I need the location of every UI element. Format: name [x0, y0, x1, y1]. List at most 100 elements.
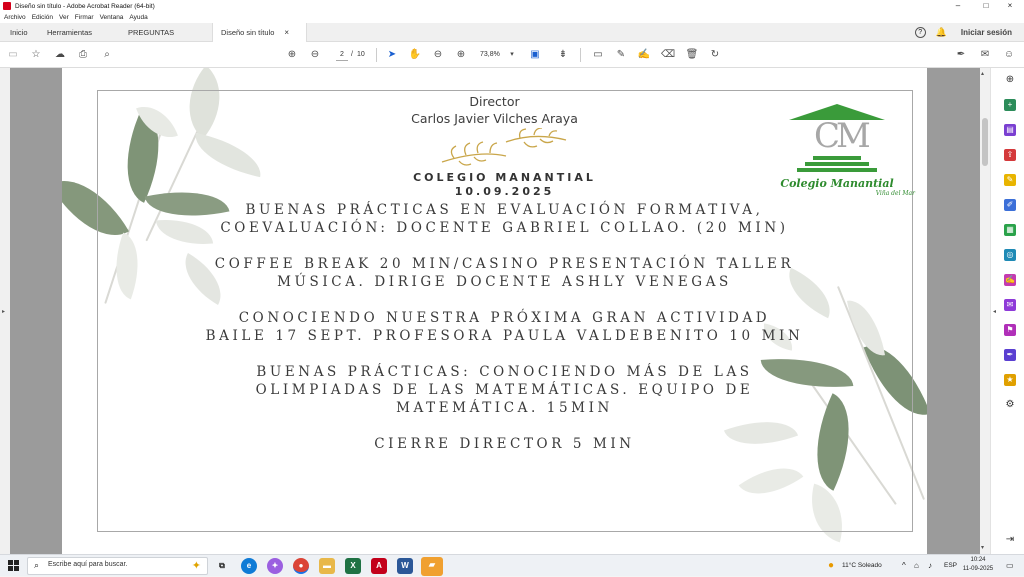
tab-inicio[interactable]: Inicio	[2, 23, 36, 42]
scroll-down-icon[interactable]: ▾	[981, 544, 984, 551]
minimize-button[interactable]: –	[944, 0, 972, 12]
bell-icon[interactable]: 🔔	[936, 27, 947, 38]
next-page-icon[interactable]: ⊖	[308, 48, 322, 62]
right-tools-panel: ◂ ⊕ + ▤ ⇪ ✎ ✐ ▦ ◎ ✍ ✉ ⚑ ✒ ★ ⚙ ⇥	[990, 68, 1024, 554]
chevron-down-icon[interactable]: ▾	[505, 48, 519, 62]
scroll-up-icon[interactable]: ▴	[981, 70, 984, 77]
collapse-right-panel-icon[interactable]: ◂	[993, 308, 996, 315]
logo-step	[805, 162, 869, 166]
agenda-line: CIERRE DIRECTOR 5 MIN	[374, 436, 635, 452]
page-view-icon[interactable]: ▣	[528, 48, 542, 62]
laurel-leaf	[464, 142, 471, 156]
select-cursor-icon[interactable]: ➤	[385, 48, 399, 62]
agenda-line: CONOCIENDO NUESTRA PRÓXIMA GRAN ACTIVIDA…	[238, 310, 771, 326]
pen-tool-icon[interactable]: ✒	[1004, 349, 1016, 361]
file-explorer-icon[interactable]: ▬	[319, 558, 335, 574]
weather-text[interactable]: 11°C Soleado	[842, 555, 882, 577]
edit-pdf-icon[interactable]: ✐	[1004, 199, 1016, 211]
logo-step	[813, 156, 861, 160]
account-area: ? 🔔 Iniciar sesión	[914, 23, 1012, 42]
expand-left-panel-icon[interactable]: ▸	[2, 308, 5, 315]
erase-icon[interactable]: ⌫	[661, 48, 675, 62]
copilot-icon[interactable]: ✦	[267, 558, 283, 574]
star-icon[interactable]: ☆	[29, 48, 43, 62]
search-icon[interactable]: ⌕	[100, 48, 114, 62]
create-pdf-icon[interactable]: +	[1004, 99, 1016, 111]
zoom-search-icon[interactable]: ⊕	[1004, 74, 1016, 86]
laurel-branch	[505, 135, 567, 143]
highlight-pen-icon[interactable]: ✎	[614, 48, 628, 62]
page-number-input[interactable]: 2	[336, 49, 348, 61]
hand-tool-icon[interactable]: ✋	[408, 48, 422, 62]
menu-edicion[interactable]: Edición	[32, 14, 53, 21]
notification-icon[interactable]: ▭	[1006, 555, 1014, 577]
help-icon[interactable]: ?	[914, 27, 926, 38]
logo-name: Colegio Manantial	[780, 177, 894, 190]
delete-icon[interactable]: 🗑	[685, 48, 699, 62]
acrobat-taskbar-icon[interactable]: A	[371, 558, 387, 574]
laurel-leaf	[473, 156, 487, 162]
panel-collapse-arrow-icon[interactable]: ⇥	[1004, 534, 1016, 546]
left-panel-collapsed[interactable]: ▸	[0, 68, 10, 554]
rotate-icon[interactable]: ↻	[708, 48, 722, 62]
zoom-out-icon[interactable]: ⊖	[431, 48, 445, 62]
combine-files-icon[interactable]: ▤	[1004, 124, 1016, 136]
scrollbar-thumb[interactable]	[982, 118, 988, 166]
network-icon[interactable]: ⌂	[914, 555, 919, 577]
print-icon[interactable]: ⎙	[76, 48, 90, 62]
tab-herramientas[interactable]: Herramientas	[39, 23, 100, 42]
signin-button[interactable]: Iniciar sesión	[961, 28, 1012, 37]
scan-ocr-icon[interactable]: ◎	[1004, 249, 1016, 261]
toolbar-divider	[580, 48, 581, 62]
menu-firmar[interactable]: Firmar	[75, 14, 94, 21]
draw-icon[interactable]: ✍	[637, 48, 651, 62]
previous-page-icon[interactable]: ⊕	[285, 48, 299, 62]
weather-sun-icon: ●	[828, 560, 835, 571]
settings-tools-icon[interactable]: ⚙	[1004, 399, 1016, 411]
close-window-button[interactable]: ×	[996, 0, 1024, 12]
upload-cloud-icon[interactable]: ☁	[53, 48, 67, 62]
menu-ayuda[interactable]: Ayuda	[129, 14, 147, 21]
laurel-leaf	[476, 141, 484, 154]
fill-sign-icon[interactable]: ✍	[1004, 274, 1016, 286]
word-icon[interactable]: W	[397, 558, 413, 574]
save-icon[interactable]: ▭	[6, 48, 20, 62]
chevron-up-icon[interactable]: ^	[902, 555, 906, 577]
menu-archivo[interactable]: Archivo	[4, 14, 26, 21]
language-indicator[interactable]: ESP	[944, 555, 957, 577]
chrome-icon[interactable]: ●	[293, 558, 309, 574]
tab-diseno[interactable]: Diseño sin título ×	[212, 23, 307, 42]
volume-icon[interactable]: ♪	[928, 555, 932, 577]
organize-pages-icon[interactable]: ▦	[1004, 224, 1016, 236]
share-user-icon[interactable]: ☺	[1002, 48, 1016, 62]
document-viewer[interactable]: Director Carlos Javier Vilches Araya COL…	[10, 68, 980, 554]
request-signature-icon[interactable]: ✉	[1004, 299, 1016, 311]
zoom-level-select[interactable]: 73,8%	[480, 49, 500, 61]
menu-ventana[interactable]: Ventana	[100, 14, 124, 21]
tab-preguntas[interactable]: PREGUNTAS FRECU...	[120, 23, 212, 56]
more-tools-icon[interactable]: ★	[1004, 374, 1016, 386]
sign-pen-icon[interactable]: ✒	[954, 48, 968, 62]
protect-icon[interactable]: ⚑	[1004, 324, 1016, 336]
export-pdf-icon[interactable]: ⇪	[1004, 149, 1016, 161]
edge-browser-icon[interactable]: e	[241, 558, 257, 574]
laurel-leaf	[548, 130, 558, 137]
active-app-icon[interactable]: ▰	[421, 557, 443, 576]
email-icon[interactable]: ✉	[978, 48, 992, 62]
taskbar-clock[interactable]: 10:24 11-09-2025	[960, 556, 996, 574]
scroll-mode-icon[interactable]: ⇟	[556, 48, 570, 62]
laurel-leaf	[489, 142, 498, 154]
pdf-page: Director Carlos Javier Vilches Araya COL…	[62, 68, 927, 554]
agenda-line: BUENAS PRÁCTICAS EN EVALUACIÓN FORMATIVA…	[245, 202, 764, 218]
comment-tool-icon[interactable]: ✎	[1004, 174, 1016, 186]
close-tab-icon[interactable]: ×	[284, 28, 289, 37]
page-separator: /	[351, 51, 353, 58]
task-view-icon[interactable]: ⧉	[214, 558, 230, 574]
vertical-scrollbar[interactable]: ▴ ▾	[980, 68, 990, 554]
comment-icon[interactable]: ▭	[591, 48, 605, 62]
excel-icon[interactable]: X	[345, 558, 361, 574]
windows-start-icon[interactable]	[8, 560, 19, 571]
taskbar-search-box[interactable]: ⌕ Escribe aquí para buscar. ✦	[27, 557, 208, 575]
menu-ver[interactable]: Ver	[59, 14, 69, 21]
zoom-in-icon[interactable]: ⊕	[454, 48, 468, 62]
